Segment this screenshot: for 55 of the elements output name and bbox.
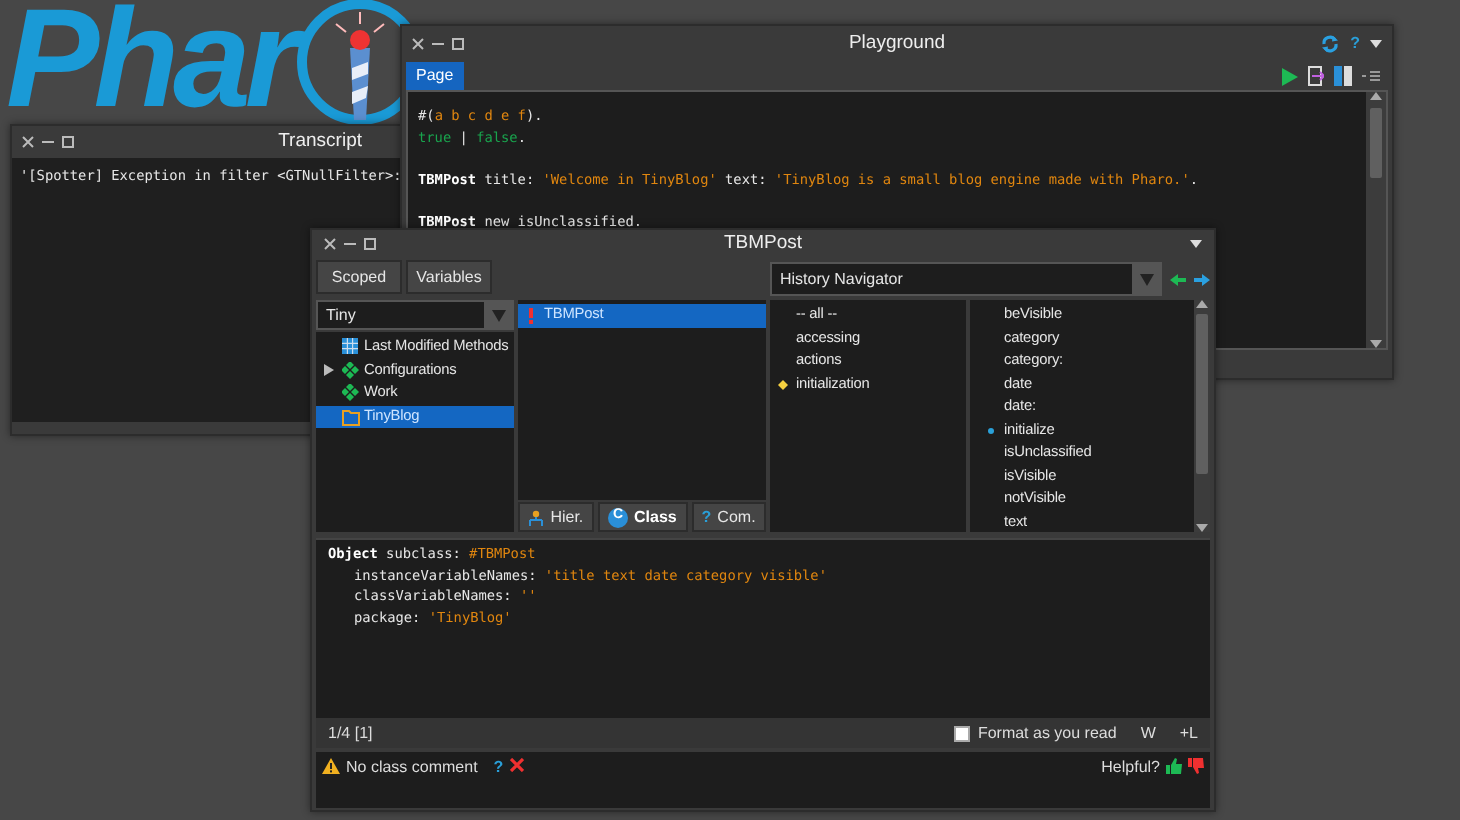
- grid-icon: [342, 338, 360, 357]
- scroll-down-icon[interactable]: [1370, 340, 1382, 348]
- comment-message: No class comment: [346, 758, 478, 778]
- class-pane-button[interactable]: ? Com.: [691, 502, 766, 532]
- forward-arrow-icon[interactable]: [1194, 273, 1210, 285]
- maximize-icon[interactable]: [62, 136, 74, 148]
- back-arrow-icon[interactable]: [1170, 273, 1186, 285]
- history-dropdown[interactable]: History Navigator: [770, 262, 1162, 296]
- close-icon[interactable]: [22, 136, 34, 148]
- checkbox-label: Format as you read: [977, 723, 1117, 743]
- diamonds-icon: [342, 384, 360, 403]
- hierarchy-icon: [528, 509, 545, 525]
- helpful-label: Helpful?: [1101, 758, 1160, 778]
- package-filter-field[interactable]: Tiny: [316, 300, 514, 330]
- scope-button[interactable]: Scoped: [316, 260, 402, 294]
- window-title: TBMPost: [723, 232, 803, 256]
- scrollbar[interactable]: [1366, 92, 1386, 348]
- line-numbers-toggle[interactable]: +L: [1179, 723, 1198, 743]
- window-title: Playground: [848, 32, 946, 56]
- close-icon[interactable]: [412, 38, 424, 50]
- scope-button[interactable]: Variables: [406, 260, 492, 294]
- maximize-icon[interactable]: [364, 238, 376, 250]
- caret-icon[interactable]: [1190, 240, 1202, 248]
- minimize-icon[interactable]: [42, 136, 54, 148]
- expand-icon[interactable]: [324, 364, 334, 377]
- scroll-down-icon[interactable]: [1196, 524, 1208, 532]
- warning-icon: [322, 758, 340, 774]
- help-button[interactable]: ?: [493, 758, 504, 778]
- thumbs-up-icon[interactable]: [1166, 758, 1182, 774]
- scrollbar[interactable]: [1194, 300, 1210, 532]
- help-button[interactable]: ?: [1350, 34, 1360, 54]
- folder-icon: [342, 407, 360, 426]
- scroll-up-icon[interactable]: [1196, 300, 1208, 308]
- close-icon[interactable]: [509, 758, 524, 772]
- window-title: Transcript: [278, 130, 362, 154]
- thumbs-down-icon[interactable]: [1188, 758, 1204, 774]
- sync-icon[interactable]: [1320, 34, 1341, 54]
- cursor-position: 1/4 [1]: [328, 723, 373, 743]
- export-icon[interactable]: [1308, 66, 1324, 86]
- page-tab[interactable]: Page: [406, 62, 464, 90]
- scrollbar-thumb[interactable]: [1370, 108, 1382, 178]
- menu-icon[interactable]: [1362, 70, 1380, 82]
- checkbox[interactable]: [953, 725, 970, 741]
- class-pane-button[interactable]: Hier.: [518, 502, 594, 532]
- scroll-up-icon[interactable]: [1370, 92, 1382, 100]
- scrollbar-thumb[interactable]: [1196, 314, 1208, 474]
- close-icon[interactable]: [324, 238, 336, 250]
- maximize-icon[interactable]: [452, 38, 464, 50]
- diamonds-icon: [342, 361, 360, 380]
- wrap-toggle[interactable]: W: [1140, 723, 1156, 743]
- layout-icon[interactable]: [1334, 66, 1352, 86]
- play-icon[interactable]: [1282, 67, 1298, 85]
- minimize-icon[interactable]: [344, 238, 356, 250]
- caret-icon[interactable]: [1370, 40, 1382, 48]
- minimize-icon[interactable]: [432, 38, 444, 50]
